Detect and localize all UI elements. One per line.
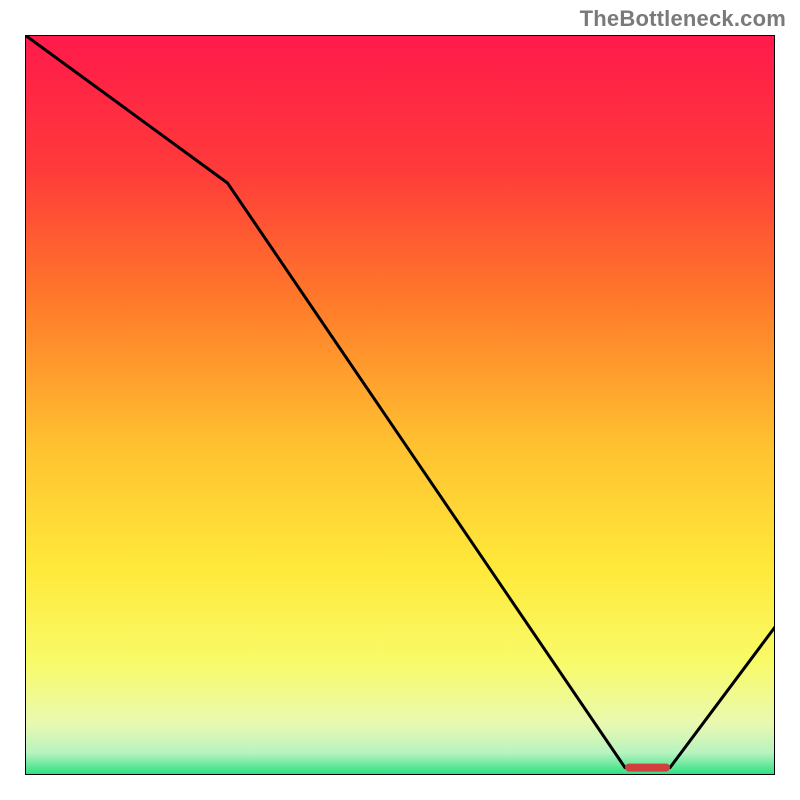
chart-svg [25,35,775,775]
watermark-text: TheBottleneck.com [580,6,786,32]
chart-background [25,35,775,775]
bottleneck-chart [25,35,775,775]
chart-container: TheBottleneck.com [0,0,800,800]
optimum-marker [625,764,670,772]
